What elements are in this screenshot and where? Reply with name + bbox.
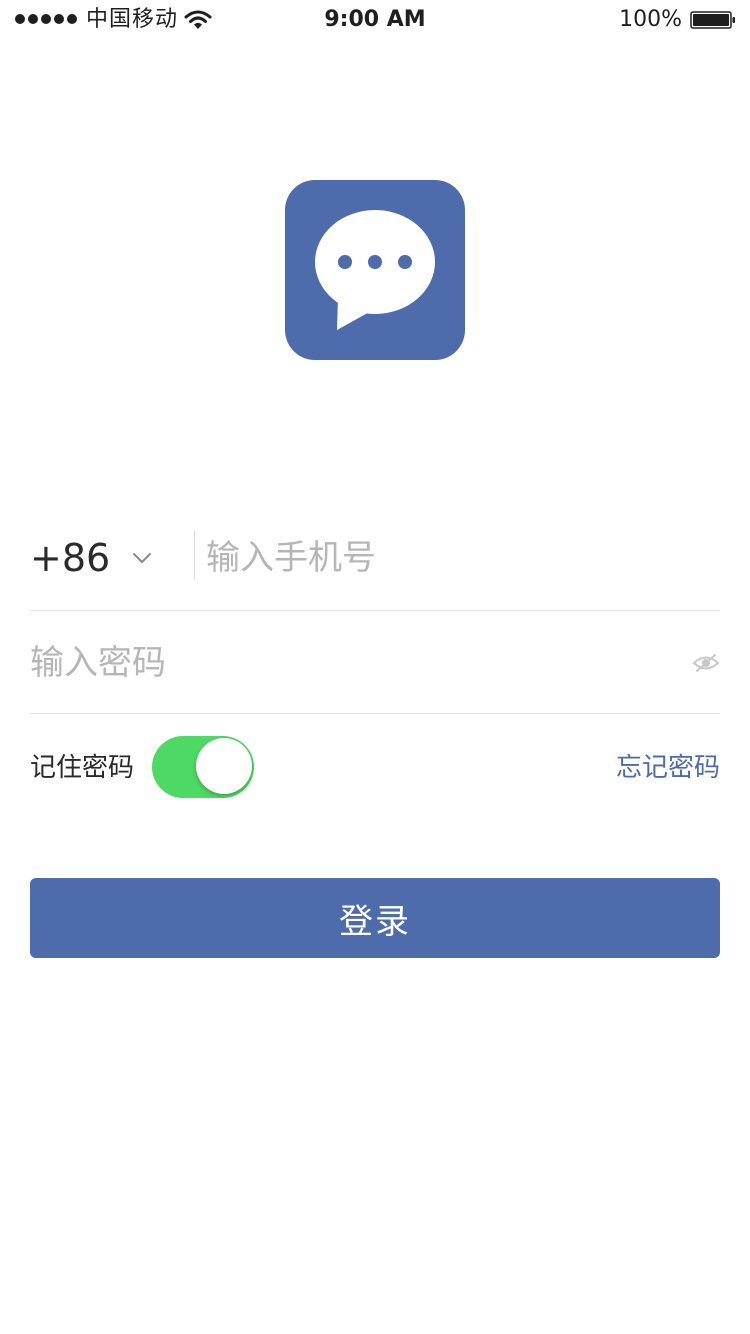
app-logo [285, 180, 465, 360]
status-bar: 中国移动 9:00 AM 100% [0, 0, 750, 40]
toggle-knob [196, 738, 252, 794]
remember-password-label: 记住密码 [30, 753, 135, 783]
chevron-down-icon [133, 553, 152, 563]
phone-input[interactable] [206, 530, 706, 586]
eye-off-icon[interactable] [692, 653, 720, 673]
remember-password-toggle[interactable] [152, 736, 254, 798]
battery-icon [690, 11, 735, 29]
battery-percentage: 100% [619, 7, 682, 32]
country-code-value: +86 [30, 536, 111, 580]
password-row [30, 611, 720, 714]
country-code-selector[interactable]: +86 [30, 532, 152, 584]
chat-bubble-icon [315, 210, 435, 330]
password-input[interactable] [30, 635, 650, 691]
forgot-password-link[interactable]: 忘记密码 [616, 750, 720, 786]
login-button[interactable]: 登录 [30, 878, 720, 958]
field-divider [194, 530, 195, 580]
phone-row: +86 [30, 506, 720, 611]
